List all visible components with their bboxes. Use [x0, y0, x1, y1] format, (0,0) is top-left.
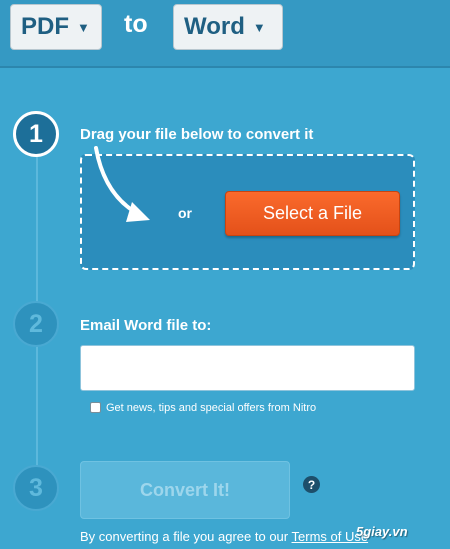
from-format-select[interactable]: PDF ▼	[10, 4, 102, 50]
terms-notice: By converting a file you agree to our Te…	[80, 529, 368, 544]
converter-header: PDF ▼ to Word ▼	[0, 0, 450, 68]
step-1-label: Drag your file below to convert it	[80, 126, 314, 143]
help-icon[interactable]: ?	[303, 476, 320, 493]
step-2-label: Email Word file to:	[80, 317, 212, 334]
watermark: 5giay.vn	[356, 524, 408, 539]
drag-arrow-icon	[94, 146, 150, 222]
newsletter-checkbox[interactable]	[90, 402, 101, 413]
select-file-label: Select a File	[262, 203, 363, 223]
to-label: to	[124, 10, 148, 38]
newsletter-label: Get news, tips and special offers from N…	[106, 402, 317, 414]
chevron-down-icon: ▼	[77, 19, 90, 35]
step-2-number: 2	[29, 309, 43, 338]
help-glyph: ?	[307, 477, 316, 492]
step-3-number: 3	[29, 473, 43, 502]
convert-button[interactable]: Convert It!	[80, 461, 290, 519]
or-label: or	[178, 205, 192, 221]
to-format-select[interactable]: Word ▼	[173, 4, 283, 50]
convert-button-label: Convert It!	[140, 479, 230, 500]
from-format-value: PDF	[21, 13, 69, 40]
step-1-number: 1	[29, 119, 43, 148]
email-field[interactable]	[80, 345, 415, 391]
chevron-down-icon: ▼	[252, 19, 266, 35]
step-3-indicator: 3	[13, 465, 59, 511]
step-2-indicator: 2	[13, 301, 59, 347]
select-file-button[interactable]: Select a File	[225, 191, 400, 236]
to-format-value: Word	[184, 13, 245, 40]
terms-prefix: By converting a file you agree to our	[80, 529, 289, 544]
step-1-indicator: 1	[13, 111, 59, 157]
